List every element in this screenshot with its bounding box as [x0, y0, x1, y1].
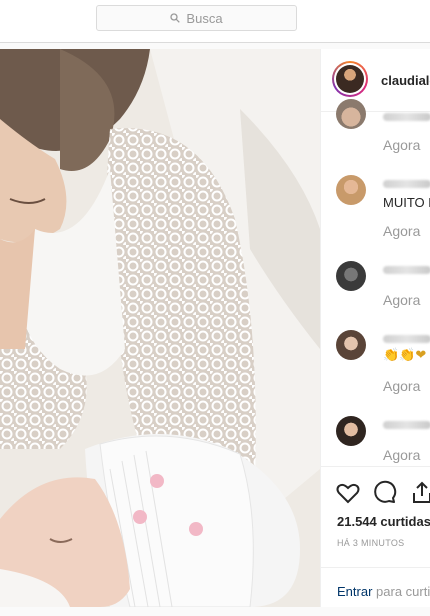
- username-link[interactable]: claudiale: [381, 73, 430, 88]
- comment-time: Agora: [383, 292, 421, 308]
- comment-login-bar: Entrar para curti: [321, 567, 430, 607]
- search-icon: [170, 13, 181, 23]
- login-prompt-text: para curti: [376, 584, 430, 599]
- commenter-name-redacted: [383, 421, 430, 429]
- photo-illustration: [0, 49, 320, 607]
- share-icon[interactable]: [409, 480, 430, 506]
- comment-time: Agora: [383, 137, 421, 153]
- search-box[interactable]: Busca: [96, 5, 297, 31]
- commenter-avatar[interactable]: [336, 330, 366, 360]
- avatar[interactable]: [332, 61, 368, 97]
- post-sidebar: claudiale Agora MUITO F Agora Agora 👏👏❤ …: [320, 49, 430, 607]
- likes-count[interactable]: 21.544 curtidas: [337, 514, 430, 529]
- comment-icon[interactable]: [372, 480, 398, 506]
- commenter-avatar[interactable]: [336, 416, 366, 446]
- top-bar: Busca: [0, 0, 430, 43]
- post-actions: 21.544 curtidas HÁ 3 MINUTOS Entrar para…: [321, 466, 430, 607]
- post: claudiale Agora MUITO F Agora Agora 👏👏❤ …: [0, 49, 430, 607]
- login-link[interactable]: Entrar: [337, 584, 372, 599]
- commenter-name-redacted: [383, 180, 430, 188]
- commenter-avatar[interactable]: [336, 261, 366, 291]
- comment-text: 👏👏❤: [383, 347, 427, 362]
- post-photo[interactable]: [0, 49, 320, 607]
- commenter-name-redacted: [383, 335, 430, 343]
- commenter-name-redacted: [383, 113, 430, 121]
- comment-text: MUITO F: [383, 195, 430, 210]
- post-header: claudiale: [321, 49, 430, 112]
- commenter-name-redacted: [383, 266, 430, 274]
- post-time: HÁ 3 MINUTOS: [337, 538, 405, 548]
- commenter-avatar[interactable]: [336, 175, 366, 205]
- comment-time: Agora: [383, 378, 421, 394]
- commenter-avatar[interactable]: [336, 99, 366, 129]
- comment-time: Agora: [383, 447, 421, 463]
- search-placeholder: Busca: [186, 10, 223, 26]
- heart-icon[interactable]: [335, 480, 361, 506]
- comment-time: Agora: [383, 223, 421, 239]
